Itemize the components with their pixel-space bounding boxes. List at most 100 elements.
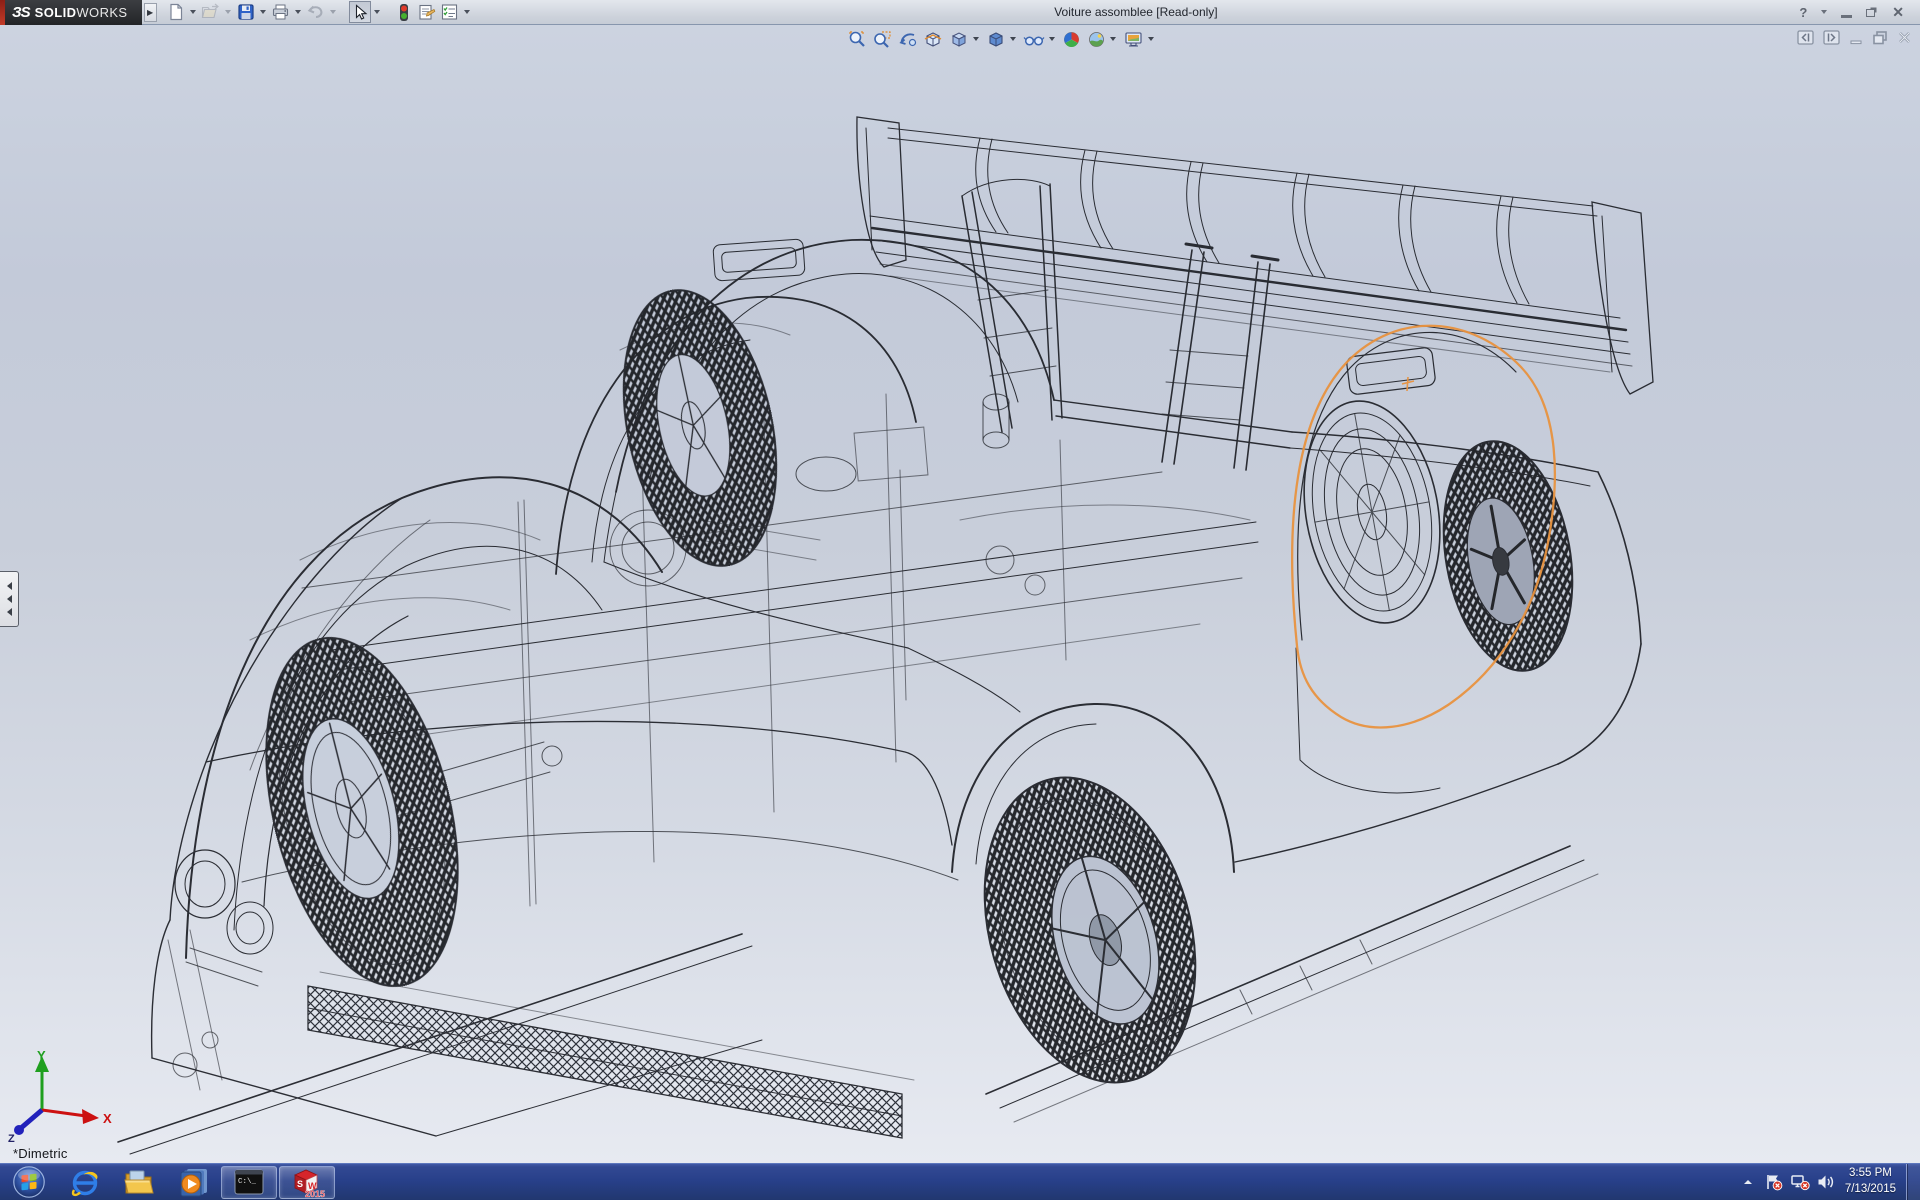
options-checklist-icon [440, 3, 459, 21]
hide-show-items-button[interactable] [1021, 27, 1047, 51]
display-style-dropdown[interactable] [1010, 37, 1019, 41]
file-properties-icon [417, 3, 436, 21]
headsup-view-toolbar [846, 27, 1157, 51]
chevron-up-icon [1742, 1177, 1754, 1187]
tray-clock[interactable]: 3:55 PM 7/13/2015 [1839, 1164, 1906, 1200]
options-checklist-button[interactable] [439, 1, 461, 23]
save-dropdown[interactable] [258, 1, 269, 23]
view-orientation-dropdown[interactable] [973, 37, 982, 41]
taskbar-command-prompt[interactable]: C:\_ [221, 1166, 277, 1199]
apply-scene-button[interactable] [1085, 27, 1108, 51]
folder-icon [123, 1167, 156, 1197]
restore-button[interactable] [1866, 3, 1878, 21]
collapse-arrow-icon [7, 582, 12, 590]
reference-triad: Y X Z [4, 1048, 124, 1143]
new-document-dropdown[interactable] [188, 1, 199, 23]
system-tray: 3:55 PM 7/13/2015 [1735, 1164, 1920, 1200]
collapse-left-pane-icon[interactable] [1797, 30, 1814, 45]
zoom-to-area-button[interactable] [871, 27, 894, 51]
window-controls: ? ✕ [1799, 3, 1920, 21]
taskbar-windows-explorer[interactable] [112, 1164, 166, 1200]
view-settings-button[interactable] [1121, 27, 1146, 51]
zoom-to-area-icon [873, 30, 892, 49]
view-settings-dropdown[interactable] [1148, 37, 1157, 41]
close-button[interactable]: ✕ [1892, 3, 1904, 21]
hide-show-items-dropdown[interactable] [1049, 37, 1058, 41]
logo-text-works: WORKS [76, 5, 127, 20]
view-settings-icon [1123, 30, 1144, 49]
display-style-button[interactable] [984, 27, 1008, 51]
main-toolbar [165, 1, 473, 23]
print-button[interactable] [270, 1, 292, 23]
expand-right-pane-icon[interactable] [1823, 30, 1840, 45]
rebuild-stoplight-button[interactable] [393, 1, 415, 23]
network-disconnected-icon [1790, 1173, 1810, 1191]
previous-view-button[interactable] [896, 27, 919, 51]
tray-network[interactable] [1787, 1164, 1813, 1200]
doc-minimize-icon[interactable] [1849, 30, 1863, 45]
model-wireframe[interactable] [0, 25, 1920, 1163]
edit-appearance-icon [1062, 30, 1081, 49]
media-player-icon [177, 1166, 210, 1198]
tray-show-hidden-icons[interactable] [1735, 1164, 1761, 1200]
action-center-flag-icon [1764, 1173, 1783, 1191]
taskbar-solidworks-2015[interactable]: S W 2015 [279, 1166, 335, 1199]
sw-icon-letter-s: S [297, 1179, 303, 1189]
display-style-icon [986, 30, 1006, 49]
file-properties-button[interactable] [416, 1, 438, 23]
help-dropdown[interactable] [1821, 3, 1827, 21]
doc-close-icon[interactable] [1897, 30, 1912, 45]
solidworks-logo: ЗS SOLIDWORKS [0, 0, 142, 25]
open-document-dropdown[interactable] [223, 1, 234, 23]
zoom-to-fit-button[interactable] [846, 27, 869, 51]
featuremanager-flyout-tab[interactable] [0, 571, 19, 627]
zoom-to-fit-icon [848, 30, 867, 49]
sw-icon-year: 2015 [305, 1189, 325, 1198]
edit-appearance-button[interactable] [1060, 27, 1083, 51]
select-tool-button[interactable] [349, 1, 371, 23]
ds-logo-icon: ЗS [12, 4, 30, 21]
solidworks-window: ЗS SOLIDWORKS ▶ [0, 0, 1920, 1200]
cmd-icon-text: C:\_ [238, 1178, 257, 1186]
graphics-area[interactable]: Y X Z *Dimetric [0, 25, 1920, 1163]
document-window-controls [1797, 30, 1912, 45]
triad-y-label: Y [37, 1048, 46, 1063]
tray-date: 7/13/2015 [1845, 1182, 1896, 1198]
tray-time: 3:55 PM [1849, 1166, 1892, 1182]
open-document-button[interactable] [200, 1, 222, 23]
taskbar-apps: C:\_ S W 2015 [0, 1164, 336, 1200]
triad-z-label: Z [8, 1133, 15, 1143]
collapse-arrow-icon [7, 608, 12, 616]
tray-action-center[interactable] [1761, 1164, 1787, 1200]
print-dropdown[interactable] [293, 1, 304, 23]
undo-button[interactable] [305, 1, 327, 23]
section-view-button[interactable] [921, 27, 945, 51]
show-desktop-button[interactable] [1906, 1164, 1920, 1200]
view-orientation-icon [949, 30, 969, 49]
logo-text-solid: SOLID [35, 5, 77, 20]
new-document-button[interactable] [165, 1, 187, 23]
minimize-button[interactable] [1841, 3, 1852, 21]
hide-show-items-icon [1023, 30, 1045, 49]
save-button[interactable] [235, 1, 257, 23]
apply-scene-dropdown[interactable] [1110, 37, 1119, 41]
help-button[interactable]: ? [1799, 3, 1807, 21]
save-floppy-icon [237, 3, 255, 21]
solidworks-2015-icon: S W 2015 [289, 1167, 325, 1198]
taskbar-internet-explorer[interactable] [58, 1164, 112, 1200]
select-tool-dropdown[interactable] [372, 1, 383, 23]
options-dropdown[interactable] [462, 1, 473, 23]
rebuild-stoplight-icon [398, 3, 410, 22]
start-button[interactable] [0, 1164, 58, 1200]
undo-dropdown[interactable] [328, 1, 339, 23]
speaker-icon [1816, 1173, 1835, 1191]
previous-view-icon [898, 30, 917, 49]
tray-volume[interactable] [1813, 1164, 1839, 1200]
taskbar-media-player[interactable] [166, 1164, 220, 1200]
menu-expander-button[interactable]: ▶ [144, 3, 157, 22]
triad-x-label: X [103, 1111, 112, 1126]
doc-restore-icon[interactable] [1872, 30, 1888, 45]
select-cursor-icon [352, 4, 368, 21]
view-orientation-button[interactable] [947, 27, 971, 51]
section-view-icon [923, 30, 943, 49]
